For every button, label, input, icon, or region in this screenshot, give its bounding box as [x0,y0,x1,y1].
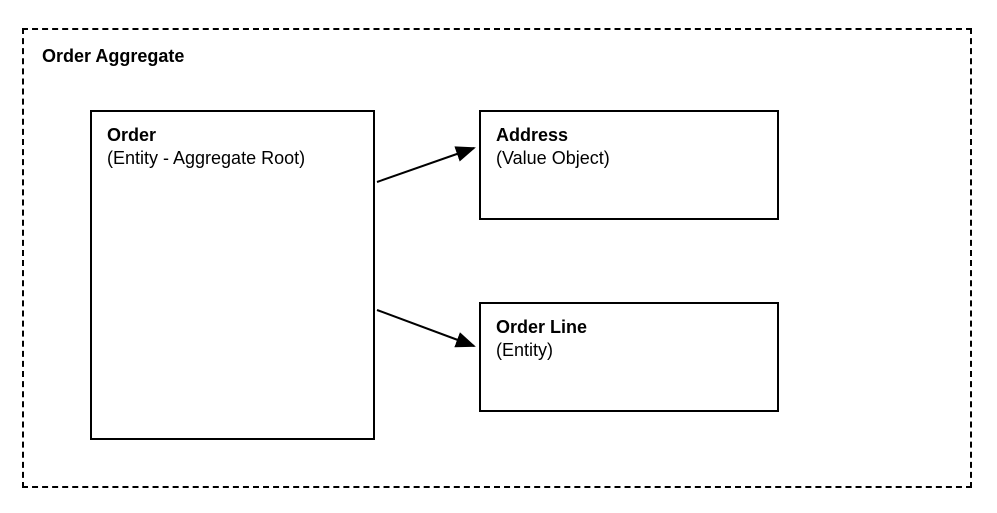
address-box-subtitle: (Value Object) [496,147,762,170]
arrow-order-to-address [377,148,474,182]
orderline-entity-box: Order Line (Entity) [479,302,779,412]
aggregate-boundary: Order Aggregate Order (Entity - Aggregat… [22,28,972,488]
aggregate-title: Order Aggregate [42,46,184,67]
orderline-box-subtitle: (Entity) [496,339,762,362]
order-box-subtitle: (Entity - Aggregate Root) [107,147,358,170]
address-box-title: Address [496,124,762,147]
order-box-title: Order [107,124,358,147]
order-entity-box: Order (Entity - Aggregate Root) [90,110,375,440]
address-valueobject-box: Address (Value Object) [479,110,779,220]
arrow-order-to-orderline [377,310,474,346]
orderline-box-title: Order Line [496,316,762,339]
